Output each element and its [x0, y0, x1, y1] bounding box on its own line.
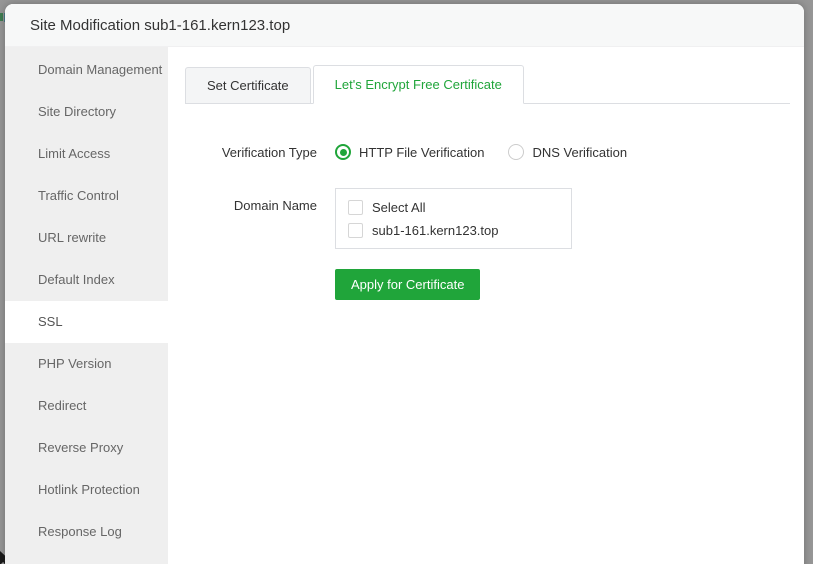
verification-type-options: HTTP File Verification DNS Verification	[335, 144, 627, 160]
settings-sidebar: Domain Management Site Directory Limit A…	[5, 47, 168, 564]
sidebar-item-ssl[interactable]: SSL	[5, 301, 168, 343]
sidebar-item-reverse-proxy[interactable]: Reverse Proxy	[5, 427, 168, 469]
checkbox-label: sub1-161.kern123.top	[372, 223, 498, 238]
radio-unselected-icon[interactable]	[508, 144, 524, 160]
actions-row: Apply for Certificate	[185, 269, 804, 300]
domain-list-box: Select All sub1-161.kern123.top	[335, 188, 572, 249]
sidebar-item-response-log[interactable]: Response Log	[5, 511, 168, 553]
checkbox-unchecked-icon[interactable]	[348, 223, 363, 238]
dialog-header: Site Modification sub1-161.kern123.top	[5, 4, 804, 47]
checkbox-select-all[interactable]: Select All	[348, 196, 559, 219]
radio-label: DNS Verification	[532, 145, 627, 160]
radio-http-file-verification[interactable]: HTTP File Verification	[335, 144, 484, 160]
tab-set-certificate[interactable]: Set Certificate	[185, 67, 311, 104]
apply-for-certificate-button[interactable]: Apply for Certificate	[335, 269, 480, 300]
verification-type-row: Verification Type HTTP File Verification…	[185, 142, 804, 162]
dialog-title: Site Modification sub1-161.kern123.top	[30, 17, 290, 34]
checkbox-unchecked-icon[interactable]	[348, 200, 363, 215]
sidebar-item-hotlink-protection[interactable]: Hotlink Protection	[5, 469, 168, 511]
radio-dns-verification[interactable]: DNS Verification	[508, 144, 627, 160]
tab-lets-encrypt[interactable]: Let's Encrypt Free Certificate	[313, 65, 524, 104]
certificate-tabs: Set Certificate Let's Encrypt Free Certi…	[185, 65, 804, 104]
sidebar-item-limit-access[interactable]: Limit Access	[5, 133, 168, 175]
radio-selected-icon[interactable]	[335, 144, 351, 160]
sidebar-item-php-version[interactable]: PHP Version	[5, 343, 168, 385]
sidebar-item-domain-management[interactable]: Domain Management	[5, 49, 168, 91]
sidebar-item-site-directory[interactable]: Site Directory	[5, 91, 168, 133]
lets-encrypt-form: Verification Type HTTP File Verification…	[185, 104, 804, 300]
sidebar-item-default-index[interactable]: Default Index	[5, 259, 168, 301]
checkbox-domain[interactable]: sub1-161.kern123.top	[348, 219, 559, 242]
verification-type-label: Verification Type	[185, 145, 317, 160]
site-modification-dialog: Site Modification sub1-161.kern123.top D…	[5, 4, 804, 564]
sidebar-item-traffic-control[interactable]: Traffic Control	[5, 175, 168, 217]
domain-name-label: Domain Name	[185, 188, 317, 213]
sidebar-item-url-rewrite[interactable]: URL rewrite	[5, 217, 168, 259]
checkbox-label: Select All	[372, 200, 425, 215]
radio-label: HTTP File Verification	[359, 145, 484, 160]
domain-name-row: Domain Name Select All sub1-161.kern123.…	[185, 188, 804, 249]
background-page-fragment	[0, 13, 3, 21]
ssl-panel: Set Certificate Let's Encrypt Free Certi…	[168, 47, 804, 564]
sidebar-item-redirect[interactable]: Redirect	[5, 385, 168, 427]
